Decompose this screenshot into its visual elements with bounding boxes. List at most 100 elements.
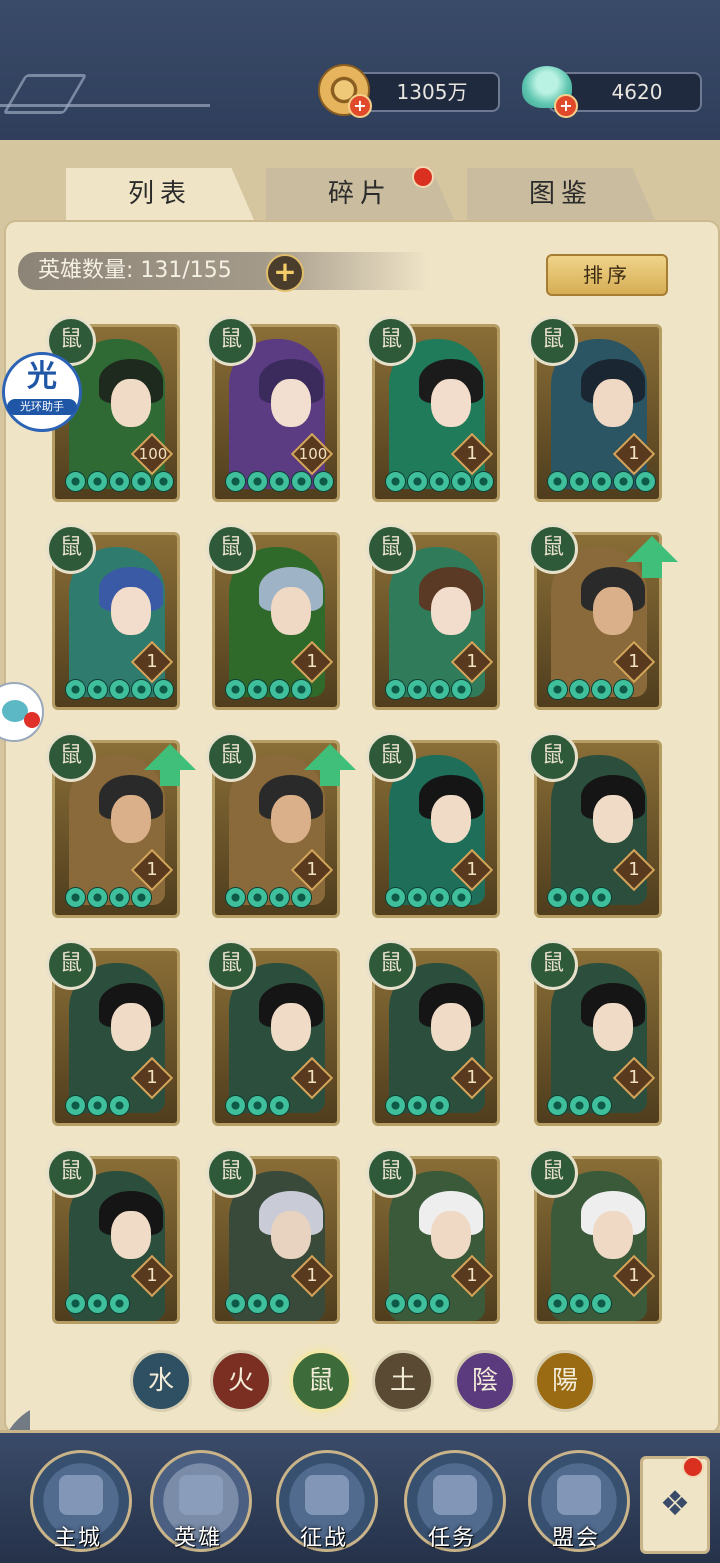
star-orb-icon — [131, 679, 152, 700]
hero-face — [593, 795, 633, 843]
hero-level: 1 — [146, 859, 158, 880]
star-orb-icon — [407, 471, 428, 492]
star-orb-icon — [109, 471, 130, 492]
element-badge: 鼠 — [46, 524, 96, 574]
upgrade-arrow-icon — [626, 536, 678, 578]
element-filter-button[interactable]: 水 — [130, 1350, 192, 1412]
add-coin-button[interactable]: + — [348, 94, 372, 118]
star-orb-icon — [591, 887, 612, 908]
element-badge: 鼠 — [46, 940, 96, 990]
star-orb-icon — [547, 887, 568, 908]
nav-icon — [433, 1475, 477, 1515]
add-jade-button[interactable]: + — [554, 94, 578, 118]
star-orb-icon — [87, 679, 108, 700]
hero-level: 1 — [466, 1067, 478, 1088]
star-orb-icon — [569, 1293, 590, 1314]
hero-face — [271, 379, 311, 427]
star-orb-icon — [269, 1095, 290, 1116]
helper-float-button[interactable]: 光 光环助手 — [2, 352, 82, 432]
element-filter-button[interactable]: 陽 — [534, 1350, 596, 1412]
hero-star-row — [65, 1095, 131, 1117]
hero-star-row — [225, 1095, 291, 1117]
element-badge: 鼠 — [206, 940, 256, 990]
hero-star-row — [65, 1293, 131, 1315]
star-orb-icon — [247, 1095, 268, 1116]
star-orb-icon — [269, 1293, 290, 1314]
hero-level: 1 — [306, 1067, 318, 1088]
hero-face — [271, 1211, 311, 1259]
element-badge: 鼠 — [206, 732, 256, 782]
hero-level: 1 — [466, 859, 478, 880]
star-orb-icon — [65, 471, 86, 492]
star-orb-icon — [613, 471, 634, 492]
hero-level: 1 — [628, 443, 640, 464]
element-badge: 鼠 — [46, 732, 96, 782]
star-orb-icon — [407, 1293, 428, 1314]
element-badge: 鼠 — [528, 940, 578, 990]
star-orb-icon — [547, 1095, 568, 1116]
star-orb-icon — [87, 471, 108, 492]
star-orb-icon — [87, 1095, 108, 1116]
element-badge: 鼠 — [528, 732, 578, 782]
hero-level: 1 — [466, 651, 478, 672]
star-orb-icon — [225, 1293, 246, 1314]
star-orb-icon — [451, 471, 472, 492]
element-badge: 鼠 — [366, 316, 416, 366]
star-orb-icon — [407, 1095, 428, 1116]
nav-label: 主城 — [53, 1526, 102, 1551]
hero-face — [111, 1211, 151, 1259]
upgrade-arrow-icon — [144, 744, 196, 786]
element-filter-button[interactable]: 土 — [372, 1350, 434, 1412]
star-orb-icon — [269, 679, 290, 700]
star-orb-icon — [109, 887, 130, 908]
star-orb-icon — [547, 679, 568, 700]
hero-star-row — [385, 1095, 451, 1117]
element-badge: 鼠 — [366, 732, 416, 782]
hero-face — [431, 379, 471, 427]
element-badge: 鼠 — [206, 1148, 256, 1198]
star-orb-icon — [569, 1095, 590, 1116]
hero-level: 1 — [306, 859, 318, 880]
hero-star-row — [225, 1293, 291, 1315]
hero-level: 100 — [138, 445, 168, 463]
helper-label: 光环助手 — [7, 399, 77, 415]
hero-level: 1 — [466, 443, 478, 464]
element-badge: 鼠 — [528, 316, 578, 366]
hero-face — [271, 795, 311, 843]
hero-level: 1 — [628, 859, 640, 880]
star-orb-icon — [613, 679, 634, 700]
hero-star-row — [547, 1293, 613, 1315]
element-badge: 鼠 — [366, 524, 416, 574]
nav-label: 征战 — [299, 1526, 348, 1551]
pet-notice-dot — [24, 712, 40, 728]
hero-face — [271, 587, 311, 635]
star-orb-icon — [569, 887, 590, 908]
star-orb-icon — [131, 471, 152, 492]
star-orb-icon — [385, 1095, 406, 1116]
star-orb-icon — [247, 887, 268, 908]
hero-star-row — [65, 471, 175, 493]
star-orb-icon — [65, 887, 86, 908]
nav-label: 英雄 — [173, 1526, 222, 1551]
element-filter-button[interactable]: 火 — [210, 1350, 272, 1412]
element-filter-button[interactable]: 陰 — [454, 1350, 516, 1412]
hero-level: 1 — [628, 1067, 640, 1088]
extra-menu-notice-dot — [682, 1456, 704, 1478]
hero-star-row — [385, 679, 473, 701]
star-orb-icon — [429, 1293, 450, 1314]
star-orb-icon — [569, 471, 590, 492]
star-orb-icon — [385, 887, 406, 908]
hero-face — [593, 1003, 633, 1051]
hero-star-row — [225, 887, 313, 909]
hero-star-row — [225, 471, 335, 493]
element-filter-button[interactable]: 鼠 — [290, 1350, 352, 1412]
star-orb-icon — [291, 887, 312, 908]
hero-face — [271, 1003, 311, 1051]
hero-star-row — [65, 679, 175, 701]
helper-icon: 光 — [27, 359, 57, 394]
hero-face — [431, 795, 471, 843]
hero-star-row — [385, 1293, 451, 1315]
element-badge: 鼠 — [366, 1148, 416, 1198]
element-badge: 鼠 — [528, 1148, 578, 1198]
hero-star-row — [547, 1095, 613, 1117]
